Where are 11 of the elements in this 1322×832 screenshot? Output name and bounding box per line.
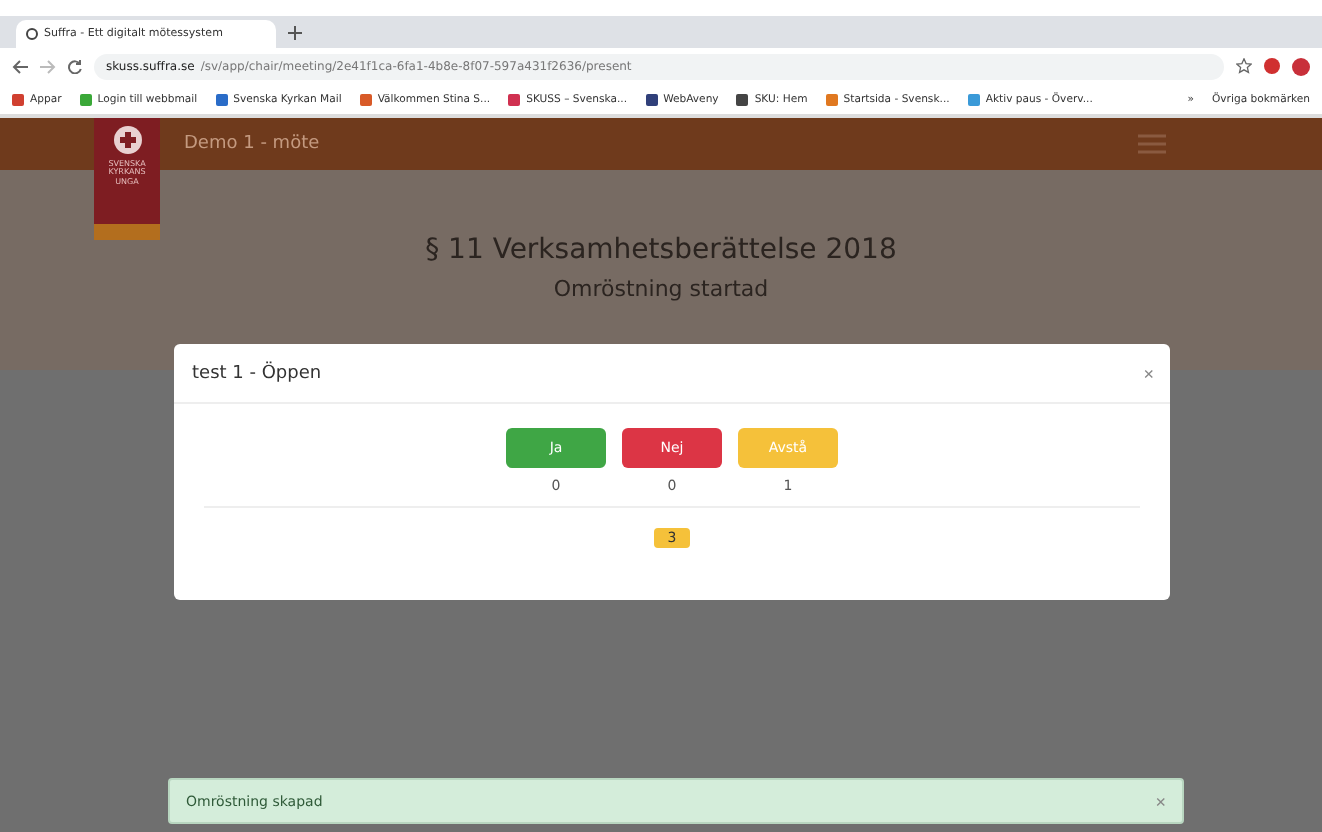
globe-icon	[26, 28, 38, 40]
vote-status: Omröstning startad	[553, 276, 769, 302]
agenda-title: § 11 Verksamhetsberättelse 2018	[425, 234, 897, 266]
star-icon[interactable]	[1236, 58, 1252, 74]
dialog-title: test 1 - Öppen	[192, 363, 322, 383]
meeting-name: Demo 1 - möte	[184, 134, 320, 154]
back-icon[interactable]	[12, 59, 28, 73]
reload-icon[interactable]	[68, 59, 82, 73]
new-tab-icon[interactable]	[288, 26, 302, 40]
close-button[interactable]: ×	[1143, 363, 1154, 383]
avatar-icon[interactable]	[1292, 57, 1310, 75]
